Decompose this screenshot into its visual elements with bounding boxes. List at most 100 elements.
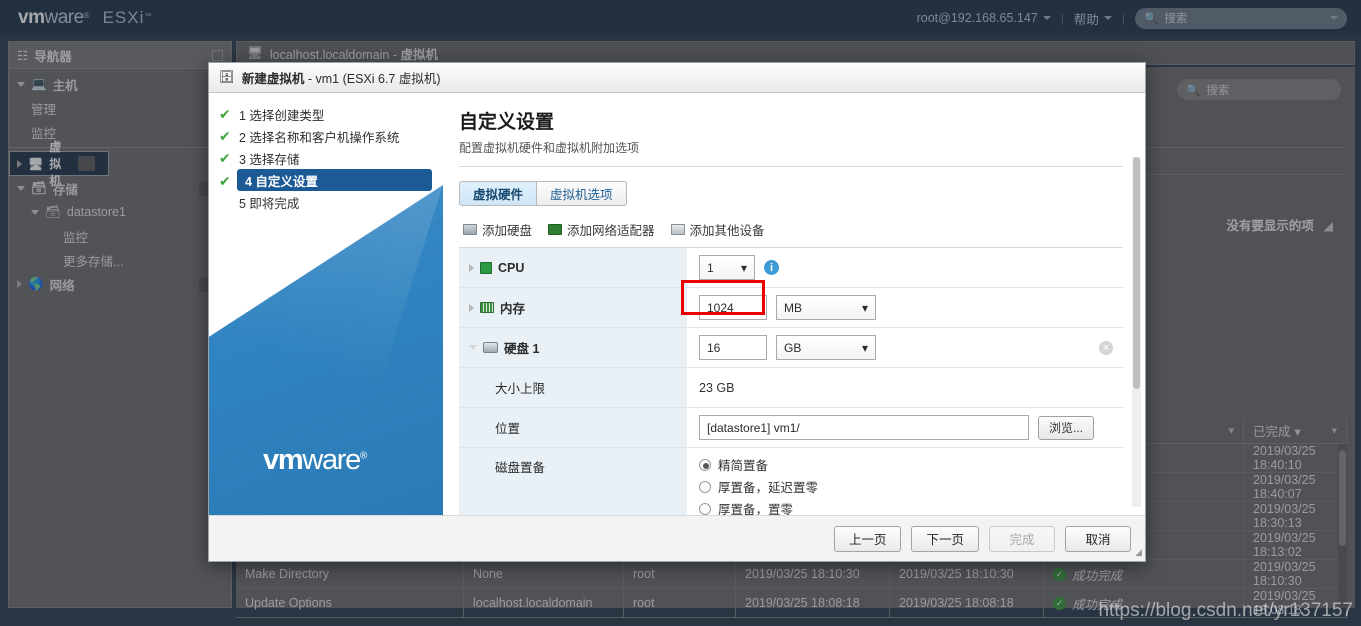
check-icon: ✔ bbox=[219, 127, 231, 144]
hardware-row-disk-provisioning-label-cell: 磁盘置备 bbox=[459, 448, 687, 525]
hardware-table: CPU 1 ▾ i 内存 1024 MB ▾ 硬盘 1 16 GB ▾ ✕ 大小… bbox=[459, 247, 1123, 526]
add-other-device-icon bbox=[670, 224, 685, 235]
divider bbox=[459, 166, 1123, 167]
wizard-step-label: 4 自定义设置 bbox=[245, 174, 318, 189]
hardware-row-cpu-label: CPU bbox=[498, 260, 525, 275]
disk-size-input[interactable]: 16 bbox=[699, 335, 767, 360]
vmware-logo: vmware® bbox=[263, 444, 367, 477]
wizard-step-1[interactable]: ✔ 1 选择创建类型 bbox=[209, 103, 443, 125]
back-button[interactable]: 上一页 bbox=[833, 525, 902, 552]
wizard-content-pane: 自定义设置 配置虚拟机硬件和虚拟机附加选项 虚拟硬件 虚拟机选项 添加硬盘 添加… bbox=[443, 93, 1145, 526]
add-other-device-label: 添加其他设备 bbox=[689, 224, 765, 238]
check-icon: ✔ bbox=[219, 149, 231, 166]
hardware-row-max-size-value-cell: 23 GB bbox=[687, 368, 1123, 407]
new-vm-wizard-dialog: 🗄 新建虚拟机 - vm1 (ESXi 6.7 虚拟机) ✔ 1 选择创建类型 … bbox=[208, 62, 1146, 562]
hardware-tabs: 虚拟硬件 虚拟机选项 bbox=[459, 181, 1123, 206]
vmware-logo-vm: vm bbox=[263, 444, 304, 476]
vmware-logo-reg: ® bbox=[360, 450, 367, 462]
watermark: https://blog.csdn.net/yr137157 bbox=[1098, 600, 1353, 621]
hardware-scrollbar[interactable] bbox=[1132, 157, 1141, 507]
hardware-row-hard-disk-label-cell[interactable]: 硬盘 1 bbox=[459, 328, 687, 367]
hardware-row-max-size-label-cell: 大小上限 bbox=[459, 368, 687, 407]
info-icon[interactable]: i bbox=[764, 260, 779, 275]
hardware-row-location-value-cell: [datastore1] vm1/ 浏览... bbox=[687, 408, 1123, 447]
tab-virtual-hardware-label: 虚拟硬件 bbox=[473, 188, 524, 202]
hardware-row-max-size: 大小上限 23 GB bbox=[459, 368, 1123, 408]
memory-icon bbox=[480, 302, 494, 313]
add-network-adapter-icon bbox=[548, 224, 563, 235]
cpu-icon bbox=[480, 261, 492, 274]
tab-vm-options[interactable]: 虚拟机选项 bbox=[537, 181, 627, 206]
radio-icon[interactable] bbox=[699, 502, 711, 515]
hardware-row-cpu-value-cell: 1 ▾ i bbox=[687, 248, 1123, 287]
hardware-toolbar: 添加硬盘 添加网络适配器 添加其他设备 bbox=[463, 220, 1123, 239]
wizard-step-label: 5 即将完成 bbox=[239, 196, 300, 211]
dialog-body: ✔ 1 选择创建类型 ✔ 2 选择名称和客户机操作系统 ✔ 3 选择存储 ✔ 4… bbox=[209, 93, 1145, 526]
hardware-row-cpu-label-cell[interactable]: CPU bbox=[459, 248, 687, 287]
chevron-down-icon: ▾ bbox=[740, 260, 747, 275]
max-size-value: 23 GB bbox=[699, 380, 735, 395]
esxi-host-client: vmware® ESXi™ root@192.168.65.147 | 帮助 |… bbox=[0, 0, 1361, 626]
radio-thick-lazy-zeroed-label: 厚置备，延迟置零 bbox=[718, 481, 819, 495]
memory-unit-value: MB bbox=[784, 300, 802, 315]
chevron-down-icon[interactable] bbox=[469, 345, 477, 350]
dialog-footer: 上一页 下一页 完成 取消 ◢ bbox=[209, 515, 1145, 561]
radio-icon[interactable] bbox=[699, 458, 711, 471]
cpu-count-select[interactable]: 1 ▾ bbox=[699, 255, 755, 280]
disk-location-input[interactable]: [datastore1] vm1/ bbox=[699, 415, 1029, 440]
hardware-row-hard-disk: 硬盘 1 16 GB ▾ ✕ bbox=[459, 328, 1123, 368]
disk-provisioning-radio-group: 精简置备 厚置备，延迟置零 厚置备，置零 bbox=[687, 448, 1123, 525]
remove-icon[interactable]: ✕ bbox=[1099, 341, 1113, 355]
hardware-row-memory-value-cell: 1024 MB ▾ bbox=[687, 288, 1123, 327]
wizard-steps: ✔ 1 选择创建类型 ✔ 2 选择名称和客户机操作系统 ✔ 3 选择存储 ✔ 4… bbox=[209, 93, 443, 213]
dialog-title-bold: 新建虚拟机 bbox=[241, 72, 305, 86]
radio-thin-provision[interactable]: 精简置备 bbox=[699, 455, 768, 474]
wizard-step-label: 1 选择创建类型 bbox=[239, 108, 325, 123]
hardware-row-max-size-label: 大小上限 bbox=[495, 382, 546, 396]
add-hard-disk-icon bbox=[463, 224, 477, 235]
chevron-right-icon[interactable] bbox=[469, 263, 474, 272]
hardware-row-disk-provisioning-label: 磁盘置备 bbox=[495, 461, 546, 475]
chevron-right-icon[interactable] bbox=[469, 303, 474, 312]
hard-disk-icon bbox=[483, 342, 498, 353]
dialog-title-rest: - vm1 (ESXi 6.7 虚拟机) bbox=[304, 72, 441, 86]
add-hard-disk-button[interactable]: 添加硬盘 bbox=[463, 220, 532, 239]
tab-vm-options-label: 虚拟机选项 bbox=[550, 188, 613, 202]
wizard-step-label: 2 选择名称和客户机操作系统 bbox=[239, 130, 400, 145]
dialog-title-bar: 🗄 新建虚拟机 - vm1 (ESXi 6.7 虚拟机) bbox=[209, 63, 1145, 93]
hardware-row-location-label-cell: 位置 bbox=[459, 408, 687, 447]
radio-thin-provision-label: 精简置备 bbox=[718, 459, 769, 473]
chevron-down-icon: ▾ bbox=[861, 340, 868, 355]
disk-unit-select[interactable]: GB ▾ bbox=[776, 335, 876, 360]
hardware-row-hard-disk-label: 硬盘 1 bbox=[504, 342, 540, 356]
radio-icon[interactable] bbox=[699, 480, 711, 493]
memory-size-input[interactable]: 1024 bbox=[699, 295, 767, 320]
wizard-step-2[interactable]: ✔ 2 选择名称和客户机操作系统 bbox=[209, 125, 443, 147]
memory-unit-select[interactable]: MB ▾ bbox=[776, 295, 876, 320]
hardware-row-memory: 内存 1024 MB ▾ bbox=[459, 288, 1123, 328]
add-network-adapter-label: 添加网络适配器 bbox=[567, 224, 655, 238]
wizard-step-4[interactable]: 4 自定义设置 bbox=[237, 169, 432, 191]
cancel-button[interactable]: 取消 bbox=[1065, 525, 1131, 552]
hardware-row-location: 位置 [datastore1] vm1/ 浏览... bbox=[459, 408, 1123, 448]
chevron-down-icon: ▾ bbox=[861, 300, 868, 315]
hardware-row-hard-disk-value-cell: 16 GB ▾ bbox=[687, 328, 1123, 367]
hardware-row-cpu: CPU 1 ▾ i bbox=[459, 248, 1123, 288]
wizard-step-3[interactable]: ✔ 3 选择存储 bbox=[209, 147, 443, 169]
tab-virtual-hardware[interactable]: 虚拟硬件 bbox=[459, 181, 538, 206]
check-icon: ✔ bbox=[219, 173, 231, 189]
check-icon: ✔ bbox=[219, 105, 231, 122]
finish-button: 完成 bbox=[989, 525, 1055, 552]
hardware-row-memory-label: 内存 bbox=[500, 302, 526, 316]
new-vm-icon: 🗄 bbox=[219, 70, 235, 84]
wizard-step-label: 3 选择存储 bbox=[239, 152, 300, 167]
hardware-row-memory-label-cell[interactable]: 内存 bbox=[459, 288, 687, 327]
next-button[interactable]: 下一页 bbox=[911, 525, 979, 552]
resize-grip-icon[interactable]: ◢ bbox=[1135, 547, 1142, 558]
wizard-step-5[interactable]: 5 即将完成 bbox=[209, 191, 443, 213]
browse-button[interactable]: 浏览... bbox=[1038, 415, 1095, 440]
add-other-device-button[interactable]: 添加其他设备 bbox=[670, 220, 765, 239]
add-network-adapter-button[interactable]: 添加网络适配器 bbox=[548, 220, 655, 239]
hardware-scrollbar-thumb[interactable] bbox=[1133, 157, 1140, 389]
radio-thick-lazy-zeroed[interactable]: 厚置备，延迟置零 bbox=[699, 477, 818, 496]
